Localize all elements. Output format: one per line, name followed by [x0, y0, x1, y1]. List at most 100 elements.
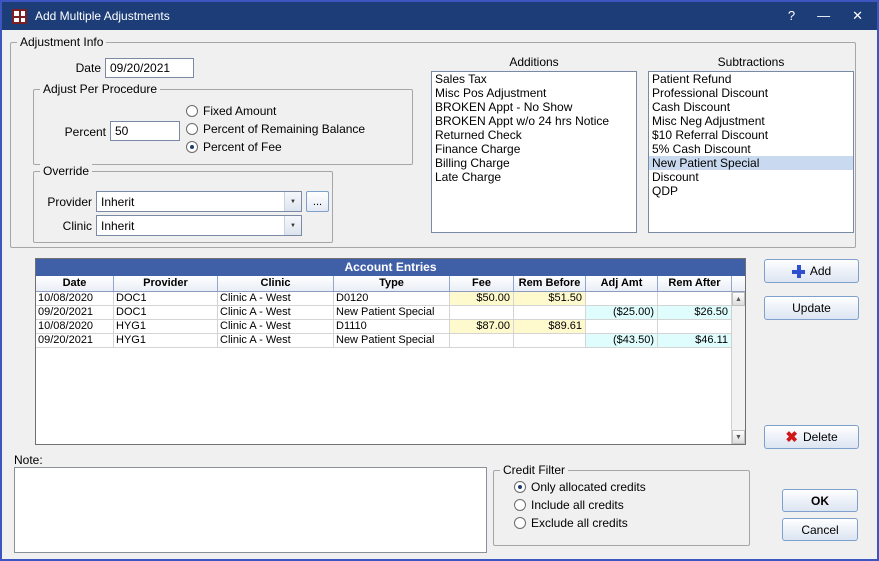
scroll-up-icon[interactable]: ▲ — [732, 292, 745, 306]
percent-label: Percent — [64, 125, 106, 139]
list-item[interactable]: $10 Referral Discount — [649, 128, 853, 142]
column-header[interactable]: Clinic — [218, 276, 334, 291]
table-cell: $26.50 — [658, 306, 732, 320]
grid-scrollbar[interactable]: ▲ ▼ — [731, 292, 745, 444]
column-header[interactable]: Rem Before — [514, 276, 586, 291]
list-item[interactable]: Discount — [649, 170, 853, 184]
column-header[interactable]: Rem After — [658, 276, 732, 291]
add-multiple-adjustments-dialog: Add Multiple Adjustments ? — ✕ Adjustmen… — [0, 0, 879, 561]
table-cell: DOC1 — [114, 292, 218, 306]
percent-input[interactable] — [110, 121, 180, 141]
table-cell: 10/08/2020 — [36, 320, 114, 334]
add-button[interactable]: Add — [764, 259, 859, 283]
table-cell: HYG1 — [114, 334, 218, 348]
subtractions-listbox[interactable]: Patient Refund Professional Discount Cash … — [648, 71, 854, 233]
note-input[interactable] — [14, 467, 487, 553]
red-x-icon: ✖ — [785, 428, 798, 446]
provider-dropdown[interactable]: Inherit ▼ — [96, 191, 302, 212]
list-item[interactable]: Billing Charge — [432, 156, 636, 170]
table-cell: 10/08/2020 — [36, 292, 114, 306]
adjust-method-radio-label: Percent of Fee — [203, 139, 282, 154]
list-item[interactable]: BROKEN Appt - No Show — [432, 100, 636, 114]
radio-icon — [186, 122, 198, 135]
table-cell — [586, 292, 658, 306]
cancel-button-label: Cancel — [801, 522, 839, 537]
column-header[interactable]: Adj Amt — [586, 276, 658, 291]
list-item[interactable]: Finance Charge — [432, 142, 636, 156]
credit-filter-radio-option[interactable]: Only allocated credits — [514, 479, 646, 494]
radio-icon — [514, 516, 526, 529]
list-item[interactable]: Cash Discount — [649, 100, 853, 114]
minimize-button[interactable]: — — [817, 2, 830, 30]
credit-filter-radio-label: Include all credits — [531, 497, 624, 512]
adjust-per-procedure-group: Adjust Per Procedure Percent Fixed Amoun… — [33, 82, 413, 165]
adjust-method-radio-option[interactable]: Fixed Amount — [186, 103, 365, 118]
table-cell: HYG1 — [114, 320, 218, 334]
note-label: Note: — [14, 453, 43, 467]
credit-filter-radio-group: Only allocated credits Include all credit… — [514, 479, 646, 530]
table-cell: DOC1 — [114, 306, 218, 320]
provider-picker-button[interactable]: ... — [306, 191, 329, 212]
list-item[interactable]: Misc Neg Adjustment — [649, 114, 853, 128]
adjust-per-procedure-group-label: Adjust Per Procedure — [40, 82, 161, 96]
table-cell: Clinic A - West — [218, 320, 334, 334]
list-item[interactable]: New Patient Special — [649, 156, 853, 170]
column-header[interactable]: Date — [36, 276, 114, 291]
list-item[interactable]: Late Charge — [432, 170, 636, 184]
radio-icon — [514, 498, 526, 511]
adjustment-info-group: Adjustment Info Date Adjust Per Procedur… — [10, 35, 856, 248]
cancel-button[interactable]: Cancel — [782, 518, 858, 541]
list-item[interactable]: Returned Check — [432, 128, 636, 142]
radio-icon — [186, 104, 198, 117]
table-cell: $89.61 — [514, 320, 586, 334]
list-item[interactable]: 5% Cash Discount — [649, 142, 853, 156]
list-item[interactable]: BROKEN Appt w/o 24 hrs Notice — [432, 114, 636, 128]
table-cell: 09/20/2021 — [36, 334, 114, 348]
table-cell — [658, 320, 732, 334]
account-entries-grid: Account Entries Date Provider Clinic Type Fe… — [35, 258, 746, 445]
chevron-down-icon: ▼ — [284, 216, 301, 235]
table-cell: D0120 — [334, 292, 450, 306]
column-header[interactable]: Type — [334, 276, 450, 291]
radio-icon — [186, 140, 198, 153]
radio-icon — [514, 480, 526, 493]
additions-listbox[interactable]: Sales Tax Misc Pos Adjustment BROKEN Appt … — [431, 71, 637, 233]
credit-filter-radio-option[interactable]: Exclude all credits — [514, 515, 646, 530]
column-header[interactable]: Provider — [114, 276, 218, 291]
adjust-method-radio-label: Percent of Remaining Balance — [203, 121, 366, 136]
list-item[interactable]: Professional Discount — [649, 86, 853, 100]
help-button[interactable]: ? — [788, 2, 795, 30]
table-cell: New Patient Special — [334, 334, 450, 348]
adjustment-info-group-label: Adjustment Info — [17, 35, 107, 49]
list-item[interactable]: Misc Pos Adjustment — [432, 86, 636, 100]
adjust-method-radio-option[interactable]: Percent of Fee — [186, 139, 365, 154]
list-item[interactable]: Sales Tax — [432, 72, 636, 86]
ok-button-label: OK — [811, 493, 829, 508]
table-cell: $46.11 — [658, 334, 732, 348]
credit-filter-radio-option[interactable]: Include all credits — [514, 497, 646, 512]
table-row[interactable]: 09/20/2021 DOC1 Clinic A - West New Patient… — [36, 306, 745, 320]
ok-button[interactable]: OK — [782, 489, 858, 512]
date-input[interactable] — [105, 58, 194, 78]
table-row[interactable]: 10/08/2020 HYG1 Clinic A - West D1110 $87.00… — [36, 320, 745, 334]
title-bar: Add Multiple Adjustments ? — ✕ — [2, 2, 877, 30]
additions-label: Additions — [509, 55, 559, 69]
scroll-down-icon[interactable]: ▼ — [732, 430, 745, 444]
table-cell: D1110 — [334, 320, 450, 334]
override-group-label: Override — [40, 164, 93, 178]
close-button[interactable]: ✕ — [852, 2, 863, 30]
table-row[interactable]: 09/20/2021 HYG1 Clinic A - West New Patient… — [36, 334, 745, 348]
list-item[interactable]: QDP — [649, 184, 853, 198]
update-button[interactable]: Update — [764, 296, 859, 320]
clinic-dropdown[interactable]: Inherit ▼ — [96, 215, 302, 236]
table-cell — [514, 334, 586, 348]
credit-filter-group: Credit Filter Only allocated credits Incl… — [493, 463, 750, 546]
table-cell — [514, 306, 586, 320]
delete-button[interactable]: ✖ Delete — [764, 425, 859, 449]
table-cell: New Patient Special — [334, 306, 450, 320]
column-header[interactable]: Fee — [450, 276, 514, 291]
adjust-method-radio-option[interactable]: Percent of Remaining Balance — [186, 121, 365, 136]
table-row[interactable]: 10/08/2020 DOC1 Clinic A - West D0120 $50.00… — [36, 292, 745, 306]
adjust-method-radio-group: Fixed Amount Percent of Remaining Balance… — [186, 103, 365, 154]
list-item[interactable]: Patient Refund — [649, 72, 853, 86]
